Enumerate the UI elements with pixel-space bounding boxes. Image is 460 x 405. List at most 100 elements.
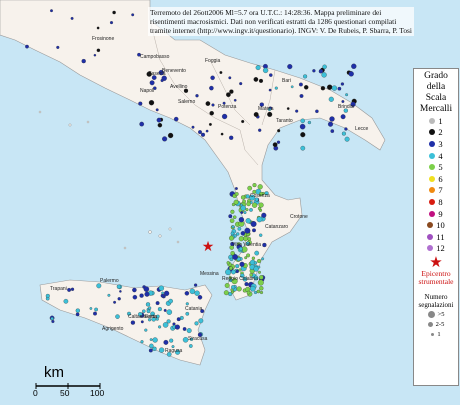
map-caption: Terremoto del 26ott2006 Ml=5.7 ora U.T.C… xyxy=(148,7,414,36)
report-dot xyxy=(259,290,264,295)
report-dot xyxy=(231,269,236,275)
report-dot xyxy=(256,289,261,294)
report-dot xyxy=(140,340,144,344)
report-dot xyxy=(144,328,148,332)
report-dot xyxy=(117,297,121,301)
legend-count-label: Numero segnalazioni xyxy=(418,293,454,310)
report-dot xyxy=(250,285,256,292)
city-label: Catania xyxy=(185,306,202,312)
report-dot xyxy=(274,86,278,90)
city-label: Salerno xyxy=(178,99,195,105)
report-dot xyxy=(344,136,350,142)
report-dot xyxy=(115,314,120,319)
report-dot xyxy=(261,212,267,218)
scale-tick-0: 0 xyxy=(33,388,38,398)
report-dot xyxy=(341,131,346,136)
city-label: Trapani xyxy=(50,286,67,292)
report-dot xyxy=(256,216,263,223)
legend-grade-11: 11 xyxy=(414,231,458,243)
report-dot xyxy=(113,300,117,304)
report-dot xyxy=(157,122,163,128)
legend-grade-7: 7 xyxy=(414,185,458,197)
report-dot xyxy=(50,9,53,13)
report-dot xyxy=(255,65,261,71)
city-label: Enna xyxy=(145,314,157,320)
report-dot xyxy=(251,256,256,260)
report-dot xyxy=(341,100,345,103)
report-dot xyxy=(157,307,162,312)
report-dot xyxy=(109,21,114,25)
legend-count-dot xyxy=(427,310,435,318)
legend-grade-3: 3 xyxy=(414,138,458,150)
report-dot xyxy=(130,320,136,325)
report-dot xyxy=(193,283,198,287)
report-dot xyxy=(200,132,206,137)
legend-grade-dot xyxy=(429,152,436,159)
report-dot xyxy=(209,85,214,91)
legend-title: Grado della Scala Mercalli xyxy=(419,71,453,114)
report-dot xyxy=(223,290,229,296)
report-dot xyxy=(149,80,155,86)
report-dot xyxy=(211,103,215,107)
report-dot xyxy=(269,73,273,77)
report-dot xyxy=(251,202,258,208)
city-label: Lecce xyxy=(355,126,369,132)
report-dot xyxy=(161,291,164,295)
report-dot xyxy=(229,235,234,241)
report-dot xyxy=(228,76,232,80)
city-label: Benevento xyxy=(162,68,186,74)
report-dot xyxy=(148,306,152,310)
city-label: Avellino xyxy=(170,84,188,90)
report-dot xyxy=(148,100,155,106)
report-dot xyxy=(331,85,338,91)
report-dot xyxy=(254,250,260,256)
report-dot xyxy=(315,109,319,114)
report-dot xyxy=(307,120,312,125)
report-dot xyxy=(318,69,324,74)
report-dot xyxy=(93,53,97,57)
report-dot xyxy=(70,16,74,20)
city-label: Palermo xyxy=(100,278,119,284)
report-dot xyxy=(327,121,334,127)
report-dot xyxy=(299,94,304,98)
report-dot xyxy=(240,205,246,211)
report-dot xyxy=(229,89,234,94)
report-dot xyxy=(242,199,246,204)
legend-grade-dot xyxy=(427,233,434,240)
report-dot xyxy=(194,321,199,326)
report-dot xyxy=(198,130,202,135)
report-dot xyxy=(75,308,80,313)
report-dot xyxy=(228,266,233,271)
report-dot xyxy=(226,261,230,265)
legend-grade-9: 9 xyxy=(414,208,458,220)
report-dot xyxy=(158,325,162,329)
report-dot xyxy=(152,337,158,343)
report-dot xyxy=(253,261,258,265)
city-label: Napoli xyxy=(140,88,154,94)
report-dot xyxy=(131,13,135,17)
report-dot xyxy=(244,227,251,234)
report-dot xyxy=(140,320,144,324)
report-dot xyxy=(45,293,50,298)
legend-grade-12: 12 xyxy=(414,243,458,255)
legend-grade-8: 8 xyxy=(414,196,458,208)
report-dot xyxy=(224,283,230,288)
report-dot xyxy=(272,142,278,148)
city-label: Brindisi xyxy=(338,104,354,110)
legend-grade-label: 7 xyxy=(438,185,443,196)
report-dot xyxy=(267,111,273,117)
epicenter-star: ★ xyxy=(202,239,215,255)
report-dot xyxy=(228,214,233,219)
report-dot xyxy=(295,109,299,113)
legend-grade-label: 12 xyxy=(436,243,445,254)
report-dot xyxy=(243,236,249,242)
report-dot xyxy=(229,218,235,224)
report-dot xyxy=(287,64,293,70)
report-dot xyxy=(144,291,150,297)
report-dot xyxy=(268,88,272,92)
report-dot xyxy=(230,251,235,256)
legend-epicenter-label: Epicentro strumentale xyxy=(418,269,454,287)
city-label: Agrigento xyxy=(102,326,124,332)
report-dot xyxy=(139,121,145,127)
report-dot xyxy=(232,215,237,219)
